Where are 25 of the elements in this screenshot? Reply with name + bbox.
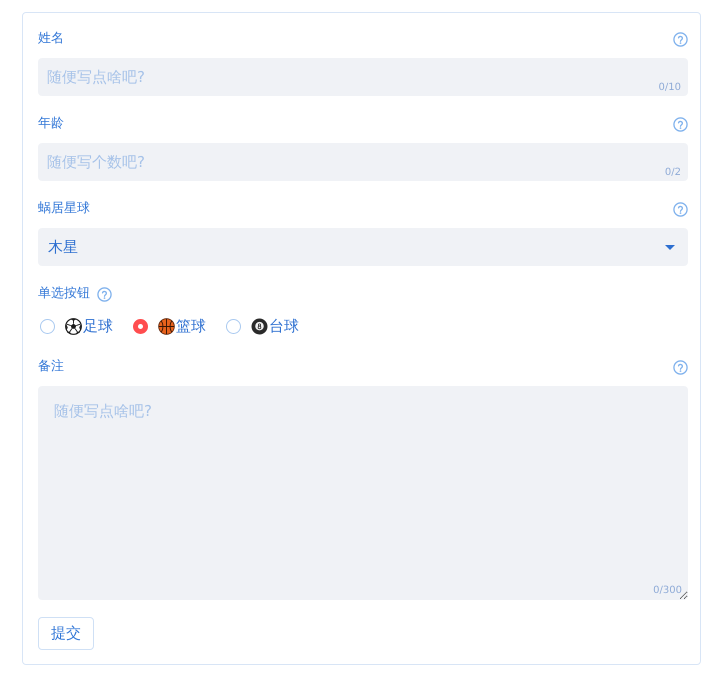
radio-button[interactable] — [133, 318, 148, 334]
soccer-ball-icon — [65, 318, 82, 334]
help-icon[interactable] — [673, 32, 688, 46]
character-counter: 0/10 — [658, 82, 681, 94]
radio-label[interactable]: 足球 — [83, 316, 113, 336]
select-field[interactable]: 木星 — [38, 228, 688, 266]
caret-icon — [665, 244, 675, 250]
character-counter: 0/300 — [653, 585, 682, 597]
field-label: 单选按钮 — [38, 285, 90, 303]
field-label: 年龄 — [38, 115, 64, 133]
submit-button[interactable]: 提交 — [38, 617, 94, 650]
help-icon[interactable] — [673, 202, 688, 216]
help-icon[interactable] — [97, 286, 112, 302]
character-counter: 0/2 — [664, 167, 681, 179]
billiard-ball-icon — [251, 318, 268, 334]
help-icon[interactable] — [673, 360, 688, 374]
radio-label[interactable]: 台球 — [269, 316, 299, 336]
field-label: 蜗居星球 — [38, 200, 90, 218]
help-icon[interactable] — [673, 116, 688, 132]
field-label: 备注 — [38, 358, 64, 376]
radio-label[interactable]: 篮球 — [176, 316, 206, 336]
field-label: 姓名 — [38, 30, 64, 48]
radio-button[interactable] — [40, 318, 55, 334]
basketball-icon — [158, 318, 175, 334]
radio-button[interactable] — [226, 318, 241, 334]
